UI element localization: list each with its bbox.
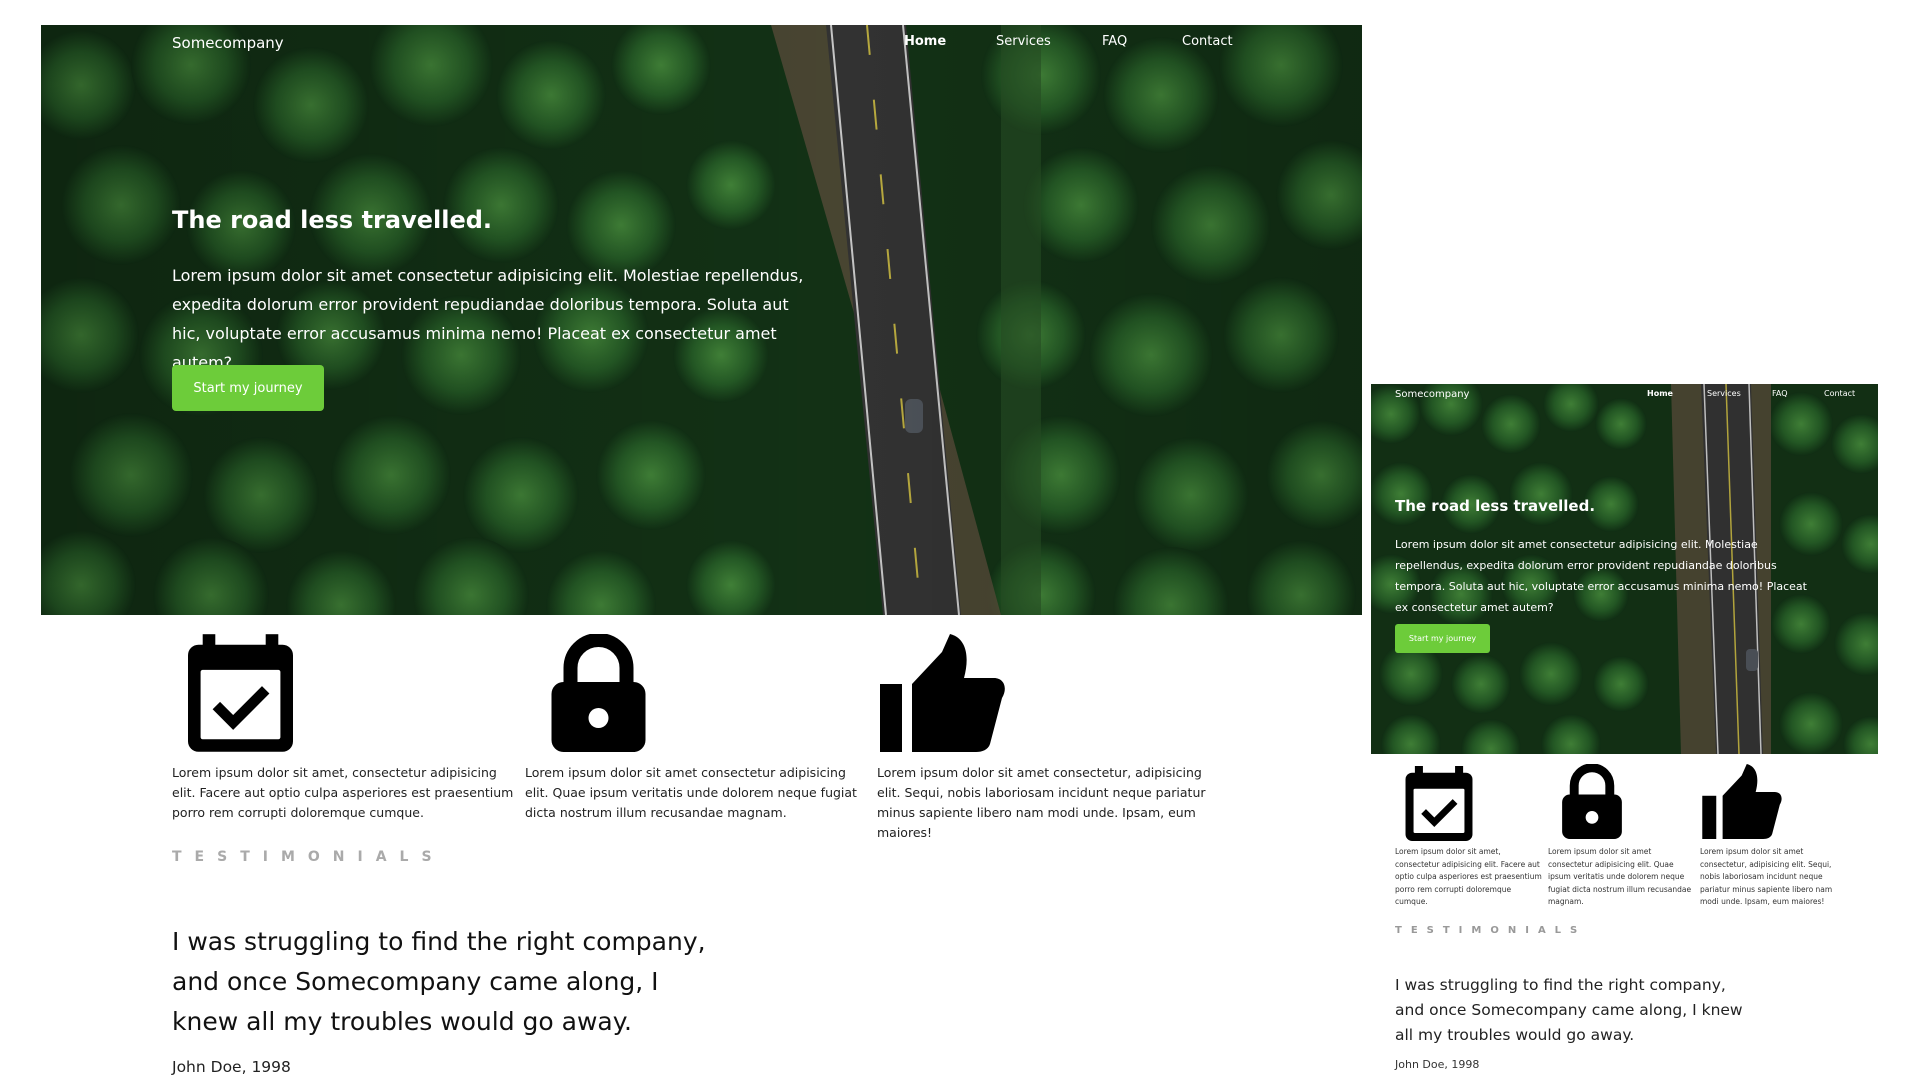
nav-faq-link[interactable]: FAQ [1102,34,1127,49]
brand-logo[interactable]: Somecompany [172,34,284,52]
feature-text-3: Lorem ipsum dolor sit amet consectetur, … [877,765,1206,840]
hero-banner: Somecompany Home Services FAQ Contact Th… [41,25,1362,615]
nav-home-link-small[interactable]: Home [1647,389,1673,398]
hero-title: The road less travelled. [172,206,493,234]
testimonial-author-small: John Doe, 1998 [1395,1058,1480,1071]
start-journey-button-small[interactable]: Start my journey [1395,624,1490,653]
nav-contact-link[interactable]: Contact [1182,34,1233,49]
feature-text-3-small: Lorem ipsum dolor sit amet consectetur, … [1700,847,1833,906]
brand-logo-small[interactable]: Somecompany [1395,389,1469,400]
testimonial-author: John Doe, 1998 [172,1058,291,1076]
calendar-check-icon [188,634,293,752]
testimonial-quote-small: I was struggling to find the right compa… [1395,976,1743,1044]
testimonials-heading: TESTIMONIALS [172,849,445,865]
feature-text-1: Lorem ipsum dolor sit amet, consectetur … [172,765,514,820]
hero-title-small: The road less travelled. [1395,497,1596,515]
feature-text-2: Lorem ipsum dolor sit amet consectetur a… [525,765,857,820]
hero-description-small: Lorem ipsum dolor sit amet consectetur a… [1395,538,1807,614]
lock-icon-small [1562,764,1622,839]
nav-contact-link-small[interactable]: Contact [1824,389,1855,398]
lock-icon [551,634,646,752]
nav-faq-link-small[interactable]: FAQ [1772,389,1788,398]
feature-text-2-small: Lorem ipsum dolor sit amet consectetur a… [1548,847,1692,906]
nav-services-link-small[interactable]: Services [1707,389,1741,398]
start-journey-button[interactable]: Start my journey [172,365,324,411]
thumbs-up-icon [880,634,1005,752]
thumbs-up-icon-small [1702,764,1782,839]
hero-banner-small: Somecompany Home Services FAQ Contact Th… [1371,384,1878,754]
testimonials-heading-small: TESTIMONIALS [1395,925,1587,936]
nav-home-link[interactable]: Home [904,34,946,49]
testimonial-quote: I was struggling to find the right compa… [172,927,706,1036]
hero-description: Lorem ipsum dolor sit amet consectetur a… [172,266,804,372]
nav-services-link[interactable]: Services [996,34,1051,49]
calendar-check-icon-small [1405,766,1473,841]
feature-text-1-small: Lorem ipsum dolor sit amet, consectetur … [1395,847,1542,906]
